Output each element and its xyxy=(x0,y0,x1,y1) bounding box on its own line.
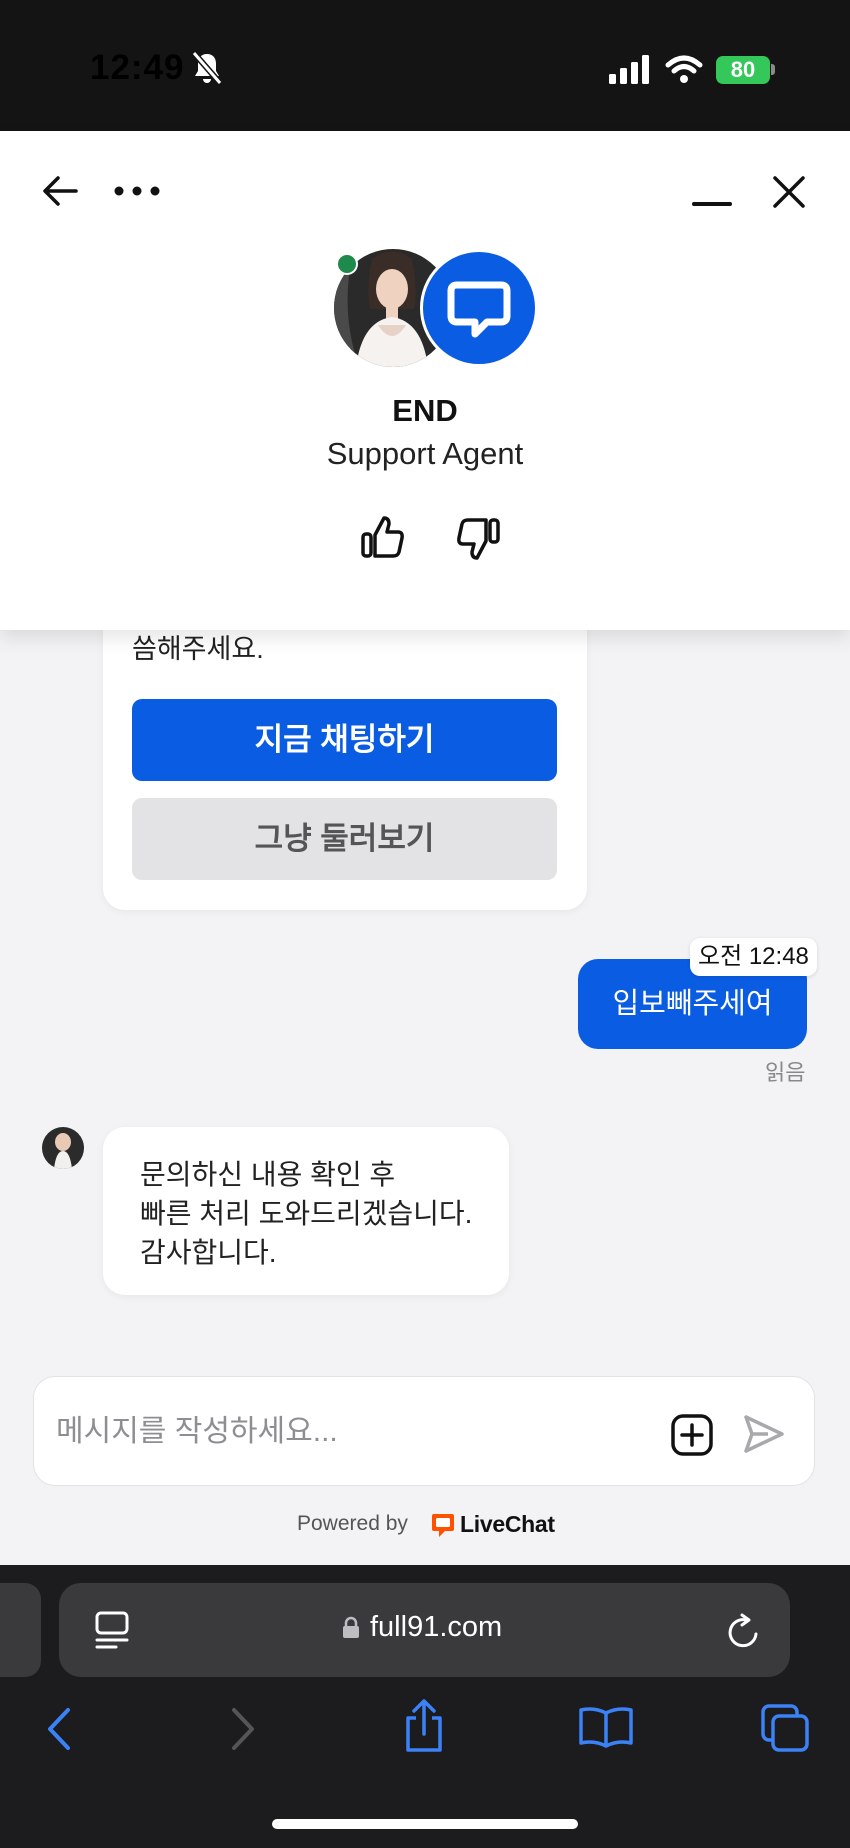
wifi-icon xyxy=(665,55,703,83)
chat-logo-icon xyxy=(420,249,538,367)
message-input[interactable] xyxy=(56,1410,616,1454)
back-arrow-icon[interactable] xyxy=(40,173,80,209)
online-status-dot xyxy=(336,253,358,275)
thumbs-up-icon[interactable] xyxy=(360,514,406,560)
add-attachment-icon[interactable] xyxy=(670,1413,714,1457)
agent-role: Support Agent xyxy=(326,436,524,471)
lock-icon xyxy=(343,1616,359,1638)
home-indicator xyxy=(272,1819,578,1829)
agent-message-line: 빠른 처리 도와드리겠습니다. xyxy=(140,1198,473,1229)
status-time: 12:49 xyxy=(90,48,185,87)
chat-header: END Support Agent xyxy=(0,131,850,630)
more-options-icon[interactable] xyxy=(113,181,161,201)
battery-tip xyxy=(771,64,775,75)
tabs-icon[interactable] xyxy=(760,1703,812,1753)
livechat-logo-icon xyxy=(432,1514,454,1537)
agent-message-line: 문의하신 내용 확인 후 xyxy=(140,1159,396,1190)
previous-tab-peek[interactable] xyxy=(0,1583,41,1677)
url-text[interactable]: full91.com xyxy=(370,1611,502,1644)
minimize-icon[interactable] xyxy=(690,186,734,210)
battery-indicator: 80 xyxy=(716,56,770,84)
back-nav-icon[interactable] xyxy=(44,1706,74,1752)
agent-avatar-small xyxy=(42,1127,84,1169)
just-browse-button[interactable]: 그냥 둘러보기 xyxy=(132,798,557,880)
agent-name: END xyxy=(392,393,458,428)
powered-by-text: Powered by xyxy=(297,1512,408,1535)
livechat-brand[interactable]: LiveChat xyxy=(460,1511,555,1538)
bell-muted-icon xyxy=(191,51,223,85)
card-message-text: 씀해주세요. xyxy=(132,634,264,664)
bookmarks-icon[interactable] xyxy=(578,1705,634,1749)
close-icon[interactable] xyxy=(770,173,808,211)
reload-icon[interactable] xyxy=(726,1612,762,1650)
page-menu-icon[interactable] xyxy=(94,1610,130,1650)
send-icon[interactable] xyxy=(742,1413,786,1455)
share-icon[interactable] xyxy=(400,1698,448,1754)
read-receipt: 읽음 xyxy=(765,1060,806,1085)
cellular-signal-icon xyxy=(609,55,649,84)
agent-message-line: 감사합니다. xyxy=(140,1237,277,1268)
message-timestamp: 오전 12:48 xyxy=(690,938,817,976)
start-chat-button[interactable]: 지금 채팅하기 xyxy=(132,699,557,781)
thumbs-down-icon[interactable] xyxy=(455,516,501,562)
forward-nav-icon[interactable] xyxy=(228,1706,258,1752)
